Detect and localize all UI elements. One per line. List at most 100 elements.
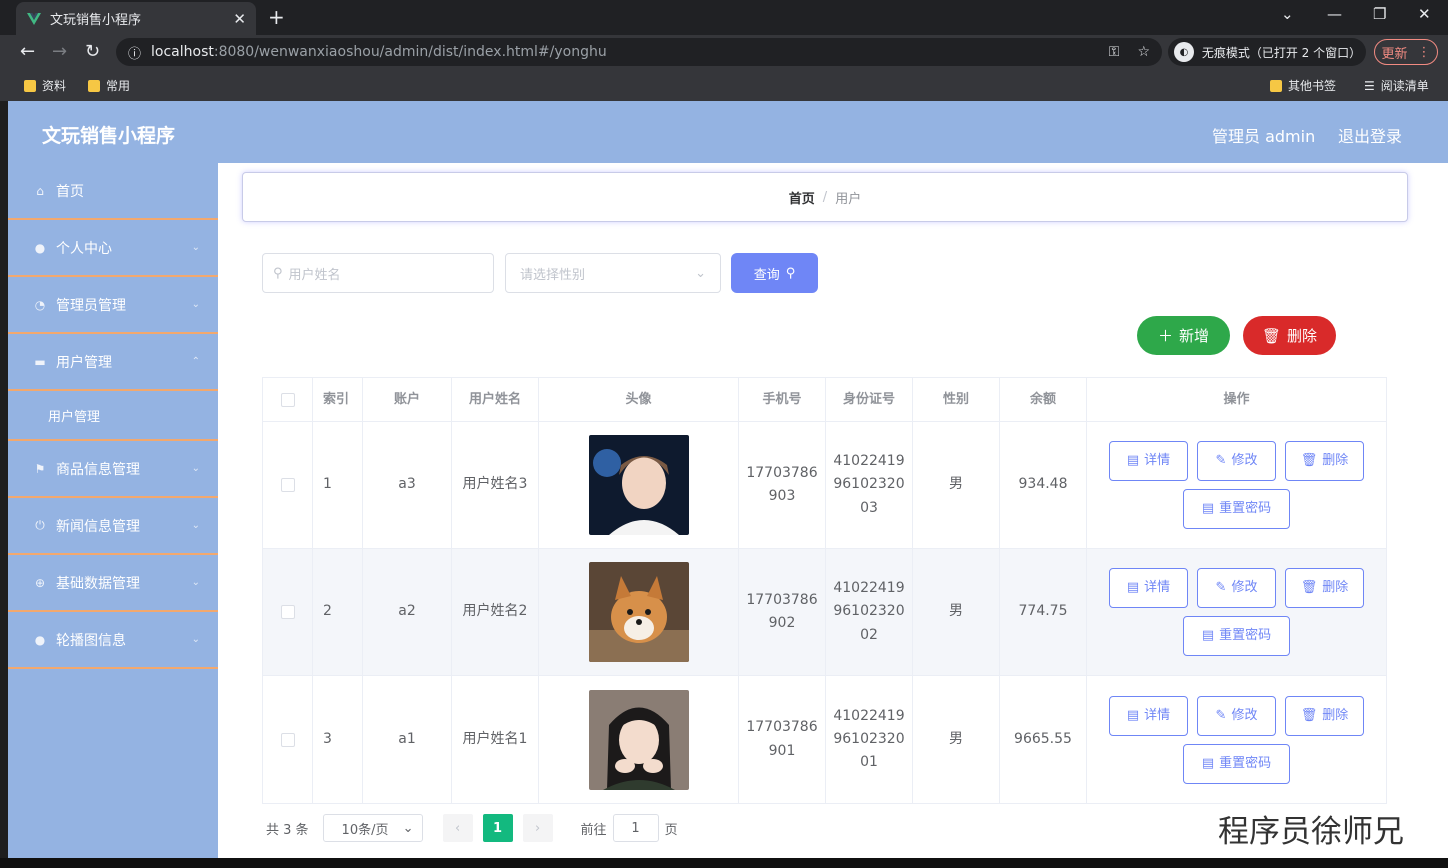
chevron-down-icon: ⌄ — [191, 634, 200, 645]
delete-button[interactable]: 🗑 删除 — [1285, 568, 1364, 608]
detail-button[interactable]: ▤ 详情 — [1109, 441, 1188, 481]
cell-phone: 17703786 901 — [739, 676, 826, 803]
page-size-select[interactable]: 10条/页 ⌄ — [322, 814, 423, 842]
close-window-icon[interactable]: ✕ — [1418, 5, 1431, 23]
bookmark-star-icon[interactable]: ☆ — [1137, 44, 1150, 60]
add-button[interactable]: ＋ 新增 — [1137, 316, 1230, 355]
pagination: 共 3 条 10条/页 ⌄ ‹ 1 › 前往 1 页 — [266, 814, 678, 842]
column-header: 操作 — [1223, 391, 1250, 407]
document-icon: ▤ — [1126, 453, 1140, 469]
edit-button[interactable]: ✎ 修改 — [1197, 441, 1276, 481]
browser-toolbar: ← → ↻ ⓘ localhost :8080/wenwanxiaoshou/a… — [0, 35, 1448, 69]
goto-page-input[interactable]: 1 — [612, 814, 659, 842]
detail-button[interactable]: ▤ 详情 — [1109, 568, 1188, 608]
reload-icon[interactable]: ↻ — [85, 41, 100, 62]
reading-list[interactable]: ☰ 阅读清单 — [1364, 77, 1429, 94]
cell-avatar — [539, 549, 739, 675]
logout-link[interactable]: 退出登录 — [1338, 123, 1402, 147]
chevron-down-icon: ⌄ — [191, 242, 200, 253]
key-icon[interactable]: ⚿ — [1109, 44, 1120, 60]
id-line: 41022419 — [833, 453, 905, 470]
sidebar-subitem-users[interactable]: 用户管理 — [8, 391, 218, 441]
sidebar-item-basedata[interactable]: ⊕ 基础数据管理 ⌄ — [8, 555, 218, 612]
folder-icon — [1270, 79, 1282, 92]
incognito-indicator[interactable]: ◐ 无痕模式（已打开 2 个窗口） — [1168, 38, 1366, 66]
id-line: 41022419 — [833, 707, 905, 724]
sidebar-item-products[interactable]: ⚑ 商品信息管理 ⌄ — [8, 441, 218, 498]
batch-delete-button[interactable]: 🗑 删除 — [1243, 316, 1336, 355]
reset-label: 重置密码 — [1219, 755, 1272, 771]
sidebar-subitem-label: 用户管理 — [48, 409, 101, 425]
cell-id-number: 41022419 96102320 02 — [826, 549, 913, 675]
prev-page-button[interactable]: ‹ — [442, 814, 473, 842]
row-checkbox[interactable] — [280, 478, 295, 492]
delete-label: 删除 — [1287, 327, 1318, 345]
document-icon: ▤ — [1201, 628, 1215, 644]
page-number-active[interactable]: 1 — [482, 814, 513, 842]
sidebar-item-admins[interactable]: ◔ 管理员管理 ⌄ — [8, 277, 218, 334]
trash-icon: 🗑 — [1261, 326, 1282, 345]
select-all-checkbox[interactable] — [280, 392, 295, 407]
incognito-label: 无痕模式（已打开 2 个窗口） — [1201, 45, 1362, 60]
cell-balance: 9665.55 — [1000, 676, 1087, 803]
delete-button[interactable]: 🗑 删除 — [1285, 695, 1364, 736]
page-unit-label: 页 — [664, 822, 678, 838]
cell-account: a3 — [363, 422, 452, 548]
current-user: 管理员 admin — [1212, 127, 1316, 146]
reset-password-button[interactable]: ▤ 重置密码 — [1183, 489, 1290, 529]
sidebar-item-carousel[interactable]: ● 轮播图信息 ⌄ — [8, 612, 218, 669]
id-line: 96102320 — [833, 603, 905, 620]
new-tab-icon[interactable]: + — [268, 5, 285, 29]
cell-name: 用户姓名1 — [452, 676, 539, 803]
chat-icon: ▬ — [34, 354, 46, 369]
sidebar: ⌂ 首页 ● 个人中心 ⌄ ◔ 管理员管理 ⌄ ▬ 用户管理 ⌃ 用户管理 ⚑ 商品信息管理 ⌄ … — [8, 163, 218, 858]
cell-balance: 934.48 — [1000, 422, 1087, 548]
sidebar-item-home[interactable]: ⌂ 首页 — [8, 163, 218, 220]
id-line: 96102320 — [833, 730, 905, 747]
document-icon: ▤ — [1126, 707, 1140, 723]
minimize-icon[interactable]: — — [1327, 5, 1342, 23]
detail-button[interactable]: ▤ 详情 — [1109, 695, 1188, 736]
cell-account: a2 — [363, 549, 452, 675]
address-bar[interactable]: ⓘ localhost :8080/wenwanxiaoshou/admin/d… — [116, 38, 1162, 66]
sidebar-item-users[interactable]: ▬ 用户管理 ⌃ — [8, 334, 218, 391]
avatar — [588, 435, 689, 535]
close-tab-icon[interactable]: ✕ — [233, 10, 246, 28]
sidebar-item-news[interactable]: ⏻ 新闻信息管理 ⌄ — [8, 498, 218, 555]
sidebar-item-profile[interactable]: ● 个人中心 ⌄ — [8, 220, 218, 277]
bookmark-folder[interactable]: 资料 — [24, 77, 66, 94]
incognito-icon: ◐ — [1174, 42, 1194, 62]
trash-icon: 🗑 — [1300, 707, 1318, 723]
cell-account: a1 — [363, 676, 452, 803]
edit-button[interactable]: ✎ 修改 — [1197, 695, 1276, 736]
row-checkbox[interactable] — [280, 605, 295, 619]
cell-avatar — [539, 676, 739, 803]
browser-tab[interactable]: 文玩销售小程序 ✕ — [16, 2, 256, 35]
delete-button[interactable]: 🗑 删除 — [1285, 441, 1364, 481]
cell-balance: 774.75 — [1000, 549, 1087, 675]
reset-password-button[interactable]: ▤ 重置密码 — [1183, 616, 1290, 656]
document-icon: ▤ — [1201, 501, 1215, 517]
forward-icon[interactable]: → — [52, 41, 67, 62]
query-button[interactable]: 查询 ⚲ — [731, 253, 818, 293]
row-checkbox[interactable] — [280, 732, 295, 747]
gender-select[interactable]: 请选择性别 ⌄ — [505, 253, 721, 293]
watermark-text: 程序员徐师兄 — [1218, 814, 1404, 850]
back-icon[interactable]: ← — [20, 41, 35, 62]
edit-button[interactable]: ✎ 修改 — [1197, 568, 1276, 608]
name-search-input[interactable]: ⚲ 用户姓名 — [262, 253, 494, 293]
restore-icon[interactable]: ❐ — [1373, 5, 1386, 23]
update-button[interactable]: 更新 ⋮ — [1374, 39, 1438, 65]
url-host: localhost — [151, 44, 214, 60]
reset-password-button[interactable]: ▤ 重置密码 — [1183, 743, 1290, 784]
info-icon[interactable]: ⓘ — [128, 43, 141, 62]
next-page-button[interactable]: › — [522, 814, 553, 842]
cell-phone: 17703786 902 — [739, 549, 826, 675]
chevron-down-icon[interactable]: ⌄ — [1281, 5, 1294, 23]
vue-logo-icon — [27, 12, 41, 25]
more-menu-icon[interactable]: ⋮ — [1418, 45, 1431, 60]
breadcrumb-home[interactable]: 首页 — [789, 188, 815, 207]
browser-tab-bar: 文玩销售小程序 ✕ + ⌄ — ❐ ✕ — [0, 0, 1448, 35]
bookmark-folder[interactable]: 常用 — [88, 77, 130, 94]
other-bookmarks[interactable]: 其他书签 — [1270, 77, 1336, 94]
